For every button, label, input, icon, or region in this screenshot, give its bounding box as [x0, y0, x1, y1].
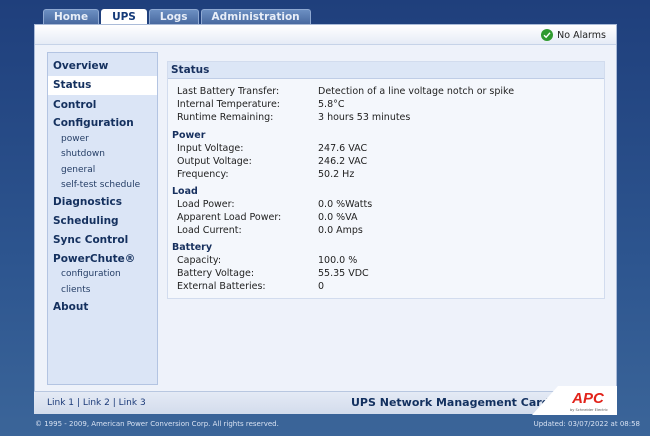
sidebar-item-sync-control[interactable]: Sync Control — [53, 234, 128, 246]
sidebar-subitem-self-test-schedule[interactable]: self-test schedule — [61, 180, 140, 190]
footer-link-1[interactable]: Link 1 — [47, 398, 74, 408]
value-frequency: 50.2 Hz — [318, 169, 355, 180]
product-title: UPS Network Management Card — [351, 396, 550, 409]
apc-logo: APC by Schneider Electric — [532, 386, 617, 415]
alarm-status[interactable]: No Alarms — [541, 29, 606, 41]
footer-separator: | — [112, 398, 116, 408]
footer-separator: | — [76, 398, 80, 408]
value-input-voltage: 247.6 VAC — [318, 143, 368, 154]
label-apparent-load-power: Apparent Load Power: — [177, 212, 282, 223]
label-frequency: Frequency: — [177, 169, 229, 180]
alarm-bar: No Alarms — [35, 25, 616, 45]
label-external-batteries: External Batteries: — [177, 281, 266, 292]
sidebar-item-status[interactable]: Status — [53, 79, 91, 91]
sidebar-item-control[interactable]: Control — [53, 99, 96, 111]
sidebar-item-about[interactable]: About — [53, 301, 88, 313]
footer-link-3[interactable]: Link 3 — [119, 398, 146, 408]
sidebar-item-diagnostics[interactable]: Diagnostics — [53, 196, 122, 208]
value-external-batteries: 0 — [318, 281, 325, 292]
label-output-voltage: Output Voltage: — [177, 156, 252, 167]
sidebar-subitem-clients[interactable]: clients — [61, 285, 90, 295]
footer-links: Link 1 | Link 2 | Link 3 — [47, 398, 146, 408]
label-load-current: Load Current: — [177, 225, 242, 236]
svg-text:APC: APC — [571, 390, 605, 407]
sidebar-item-configuration[interactable]: Configuration — [53, 117, 134, 129]
sidebar-subitem-general[interactable]: general — [61, 165, 95, 175]
value-apparent-load-power: 0.0 %VA — [318, 212, 358, 223]
tab-ups[interactable]: UPS — [101, 9, 147, 24]
section-battery: Battery — [172, 242, 213, 253]
main-panel: No Alarms Overview Status Control Config… — [34, 24, 617, 414]
value-load-current: 0.0 Amps — [318, 225, 363, 236]
main-tabs: Home UPS Logs Administration — [43, 9, 311, 24]
footer-band: Link 1 | Link 2 | Link 3 UPS Network Man… — [34, 386, 617, 415]
value-runtime-remaining: 3 hours 53 minutes — [318, 112, 411, 123]
tab-logs[interactable]: Logs — [148, 9, 199, 24]
sidebar-nav: Overview Status Control Configuration po… — [47, 52, 158, 385]
alarm-label: No Alarms — [557, 29, 606, 41]
label-runtime-remaining: Runtime Remaining: — [177, 112, 274, 123]
sidebar-item-overview[interactable]: Overview — [53, 60, 108, 72]
status-title: Status — [168, 62, 604, 79]
tab-home[interactable]: Home — [43, 9, 100, 24]
label-load-power: Load Power: — [177, 199, 235, 210]
value-battery-voltage: 55.35 VDC — [318, 268, 369, 279]
label-battery-voltage: Battery Voltage: — [177, 268, 255, 279]
sidebar-subitem-configuration[interactable]: configuration — [61, 269, 121, 279]
label-last-battery-transfer: Last Battery Transfer: — [177, 86, 280, 97]
label-input-voltage: Input Voltage: — [177, 143, 244, 154]
tab-administration[interactable]: Administration — [200, 9, 311, 24]
value-load-power: 0.0 %Watts — [318, 199, 373, 210]
section-load: Load — [172, 186, 198, 197]
label-capacity: Capacity: — [177, 255, 222, 266]
svg-text:by Schneider Electric: by Schneider Electric — [570, 408, 608, 412]
sidebar-subitem-power[interactable]: power — [61, 134, 89, 144]
updated-text: Updated: 03/07/2022 at 08:58 — [533, 420, 640, 428]
value-internal-temperature: 5.8°C — [318, 99, 345, 110]
copyright-text: © 1995 - 2009, American Power Conversion… — [35, 420, 279, 428]
check-circle-icon — [541, 29, 554, 41]
footer-link-2[interactable]: Link 2 — [83, 398, 110, 408]
sidebar-item-powerchute[interactable]: PowerChute® — [53, 253, 135, 265]
value-capacity: 100.0 % — [318, 255, 358, 266]
value-last-battery-transfer: Detection of a line voltage notch or spi… — [318, 86, 515, 97]
sidebar-item-scheduling[interactable]: Scheduling — [53, 215, 119, 227]
sidebar-subitem-shutdown[interactable]: shutdown — [61, 149, 105, 159]
section-power: Power — [172, 130, 206, 141]
label-internal-temperature: Internal Temperature: — [177, 99, 281, 110]
status-content: Status Last Battery Transfer: Detection … — [167, 61, 605, 299]
value-output-voltage: 246.2 VAC — [318, 156, 368, 167]
